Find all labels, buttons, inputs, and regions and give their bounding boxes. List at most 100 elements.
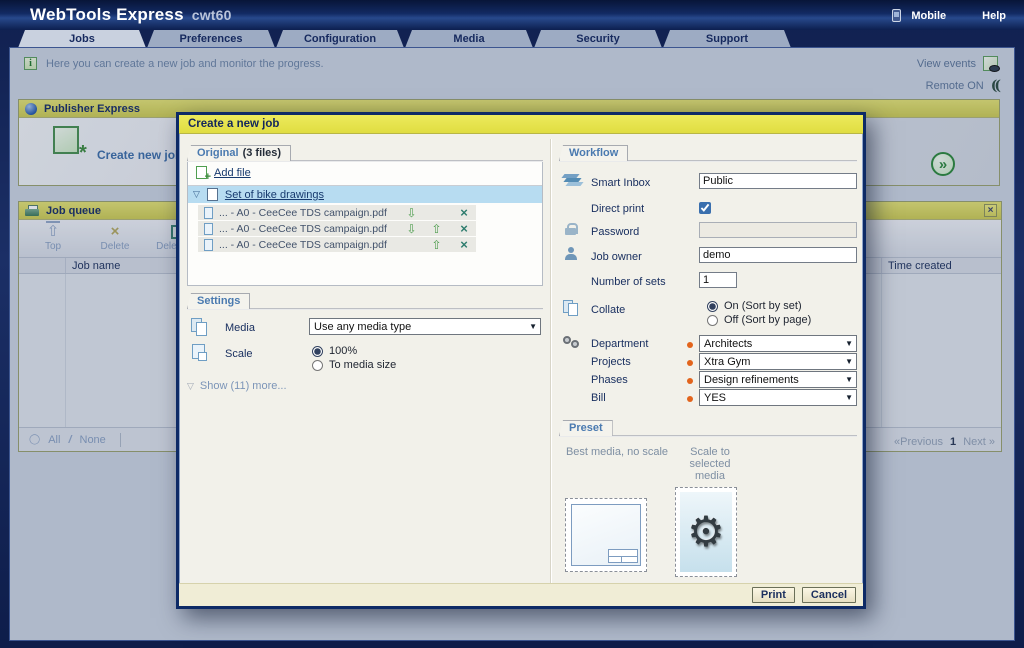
section-tab-preset: Preset (559, 420, 613, 436)
file-name: ... - A0 - CeeCee TDS campaign.pdf (219, 239, 396, 251)
section-tab-original: Original(3 files) (187, 145, 291, 161)
required-dot-icon (687, 360, 693, 366)
help-link[interactable]: Help (982, 10, 1006, 22)
drawing-sheet (571, 504, 641, 566)
star-icon: * (79, 148, 87, 158)
close-icon[interactable]: × (984, 204, 997, 217)
department-selected-value: Architects (704, 338, 752, 350)
projects-selected-value: Xtra Gym (704, 356, 750, 368)
remote-on-icon: (( (991, 78, 998, 94)
file-row: ... - A0 - CeeCee TDS campaign.pdf ⇧ × (198, 237, 476, 252)
previous-page-link[interactable]: «Previous (894, 436, 943, 448)
job-owner-label: Job owner (591, 251, 642, 263)
direct-print-checkbox[interactable] (699, 202, 711, 214)
scale-label: Scale (225, 348, 253, 360)
select-none-link[interactable]: None (80, 434, 106, 446)
scale-media-radio[interactable]: To media size (312, 359, 396, 371)
top-icon: ⇧ (29, 223, 77, 241)
show-more-link[interactable]: ▽ Show (11) more... (187, 380, 287, 392)
tab-media[interactable]: Media (405, 30, 533, 48)
required-dot-icon (687, 342, 693, 348)
preset-best-media-thumbnail[interactable] (565, 498, 647, 572)
remove-file-icon[interactable]: × (460, 221, 468, 236)
projects-label: Projects (591, 356, 631, 368)
collate-on-radio[interactable]: On (Sort by set) (707, 300, 802, 312)
job-owner-input[interactable] (699, 247, 857, 263)
remove-file-icon[interactable]: × (460, 205, 468, 220)
required-dot-icon (687, 378, 693, 384)
view-events-label: View events (917, 58, 976, 70)
bill-label: Bill (591, 392, 606, 404)
move-down-icon[interactable]: ⇩ (406, 222, 416, 236)
preset-scale-to-media-thumbnail[interactable]: ⚙ (675, 487, 737, 577)
tab-configuration[interactable]: Configuration (276, 30, 404, 48)
mobile-icon (892, 9, 901, 22)
collate-off-radio[interactable]: Off (Sort by page) (707, 314, 811, 326)
view-events-icon (983, 56, 998, 71)
preset-option2-label: Scale to selected media (675, 446, 745, 482)
create-new-job-link[interactable]: Create new job (97, 148, 182, 162)
collate-label: Collate (591, 304, 625, 316)
tab-preferences[interactable]: Preferences (147, 30, 275, 48)
number-of-sets-input[interactable] (699, 272, 737, 288)
mobile-link[interactable]: Mobile (911, 10, 946, 22)
chevron-down-icon: ▼ (842, 339, 856, 348)
add-file-label: Add file (214, 167, 251, 179)
tab-security[interactable]: Security (534, 30, 662, 48)
original-file-count: (3 files) (243, 147, 282, 159)
settings-tab-label: Settings (197, 295, 240, 307)
phases-selected-value: Design refinements (704, 374, 799, 386)
delete-button[interactable]: × Delete (91, 223, 139, 257)
remove-file-icon[interactable]: × (460, 237, 468, 252)
media-select[interactable]: Use any media type ▼ (309, 318, 541, 335)
select-all-link[interactable]: All (48, 434, 60, 446)
top-button[interactable]: ⇧ Top (29, 223, 77, 257)
info-message: Here you can create a new job and monito… (46, 58, 324, 70)
triangle-down-icon: ▽ (187, 381, 194, 391)
app-title: WebTools Expresscwt60 (30, 5, 232, 25)
scale-100-radio[interactable]: 100% (312, 345, 357, 357)
scale-icon (192, 344, 205, 359)
projects-select[interactable]: Xtra Gym ▼ (699, 353, 857, 370)
accounting-icon (563, 336, 581, 350)
print-button[interactable]: Print (752, 587, 795, 603)
media-icon (191, 318, 208, 336)
file-row: ... - A0 - CeeCee TDS campaign.pdf ⇩ ⇧ × (198, 221, 476, 236)
section-tab-settings: Settings (187, 293, 250, 309)
next-page-link[interactable]: Next » (963, 436, 995, 448)
top-label: Top (45, 241, 61, 252)
smart-inbox-input[interactable] (699, 173, 857, 189)
section-tab-workflow: Workflow (559, 145, 628, 161)
move-up-icon[interactable]: ⇧ (431, 222, 441, 236)
department-select[interactable]: Architects ▼ (699, 335, 857, 352)
media-label: Media (225, 322, 255, 334)
column-job-name[interactable]: Job name (65, 258, 120, 273)
cancel-button[interactable]: Cancel (802, 587, 856, 603)
dialog-title: Create a new job (179, 115, 863, 134)
collate-off-label: Off (Sort by page) (724, 314, 811, 326)
add-file-icon (196, 166, 207, 179)
move-up-icon[interactable]: ⇧ (431, 238, 441, 252)
divider (120, 433, 121, 447)
chevron-right-icon[interactable]: » (931, 152, 955, 176)
remote-toggle[interactable]: Remote ON (( (926, 78, 998, 94)
show-more-label: Show (11) more... (200, 380, 287, 392)
file-row: ... - A0 - CeeCee TDS campaign.pdf ⇩ × (198, 205, 476, 220)
bill-select[interactable]: YES ▼ (699, 389, 857, 406)
move-down-icon[interactable]: ⇩ (406, 206, 416, 220)
chevron-down-icon: ▼ (842, 375, 856, 384)
add-file-button[interactable]: Add file (196, 166, 251, 179)
view-events-link[interactable]: View events (917, 56, 998, 71)
tab-support[interactable]: Support (663, 30, 791, 48)
file-icon (204, 223, 213, 235)
tree-collapse-icon[interactable]: ▽ (193, 189, 200, 200)
file-icon (204, 239, 213, 251)
direct-print-label: Direct print (591, 203, 644, 215)
phases-select[interactable]: Design refinements ▼ (699, 371, 857, 388)
bill-selected-value: YES (704, 392, 726, 404)
chevron-down-icon: ▼ (842, 393, 856, 402)
tab-jobs[interactable]: Jobs (18, 30, 146, 48)
set-name-link[interactable]: Set of bike drawings (225, 189, 324, 201)
required-dot-icon (687, 396, 693, 402)
column-time-created[interactable]: Time created (881, 258, 952, 273)
